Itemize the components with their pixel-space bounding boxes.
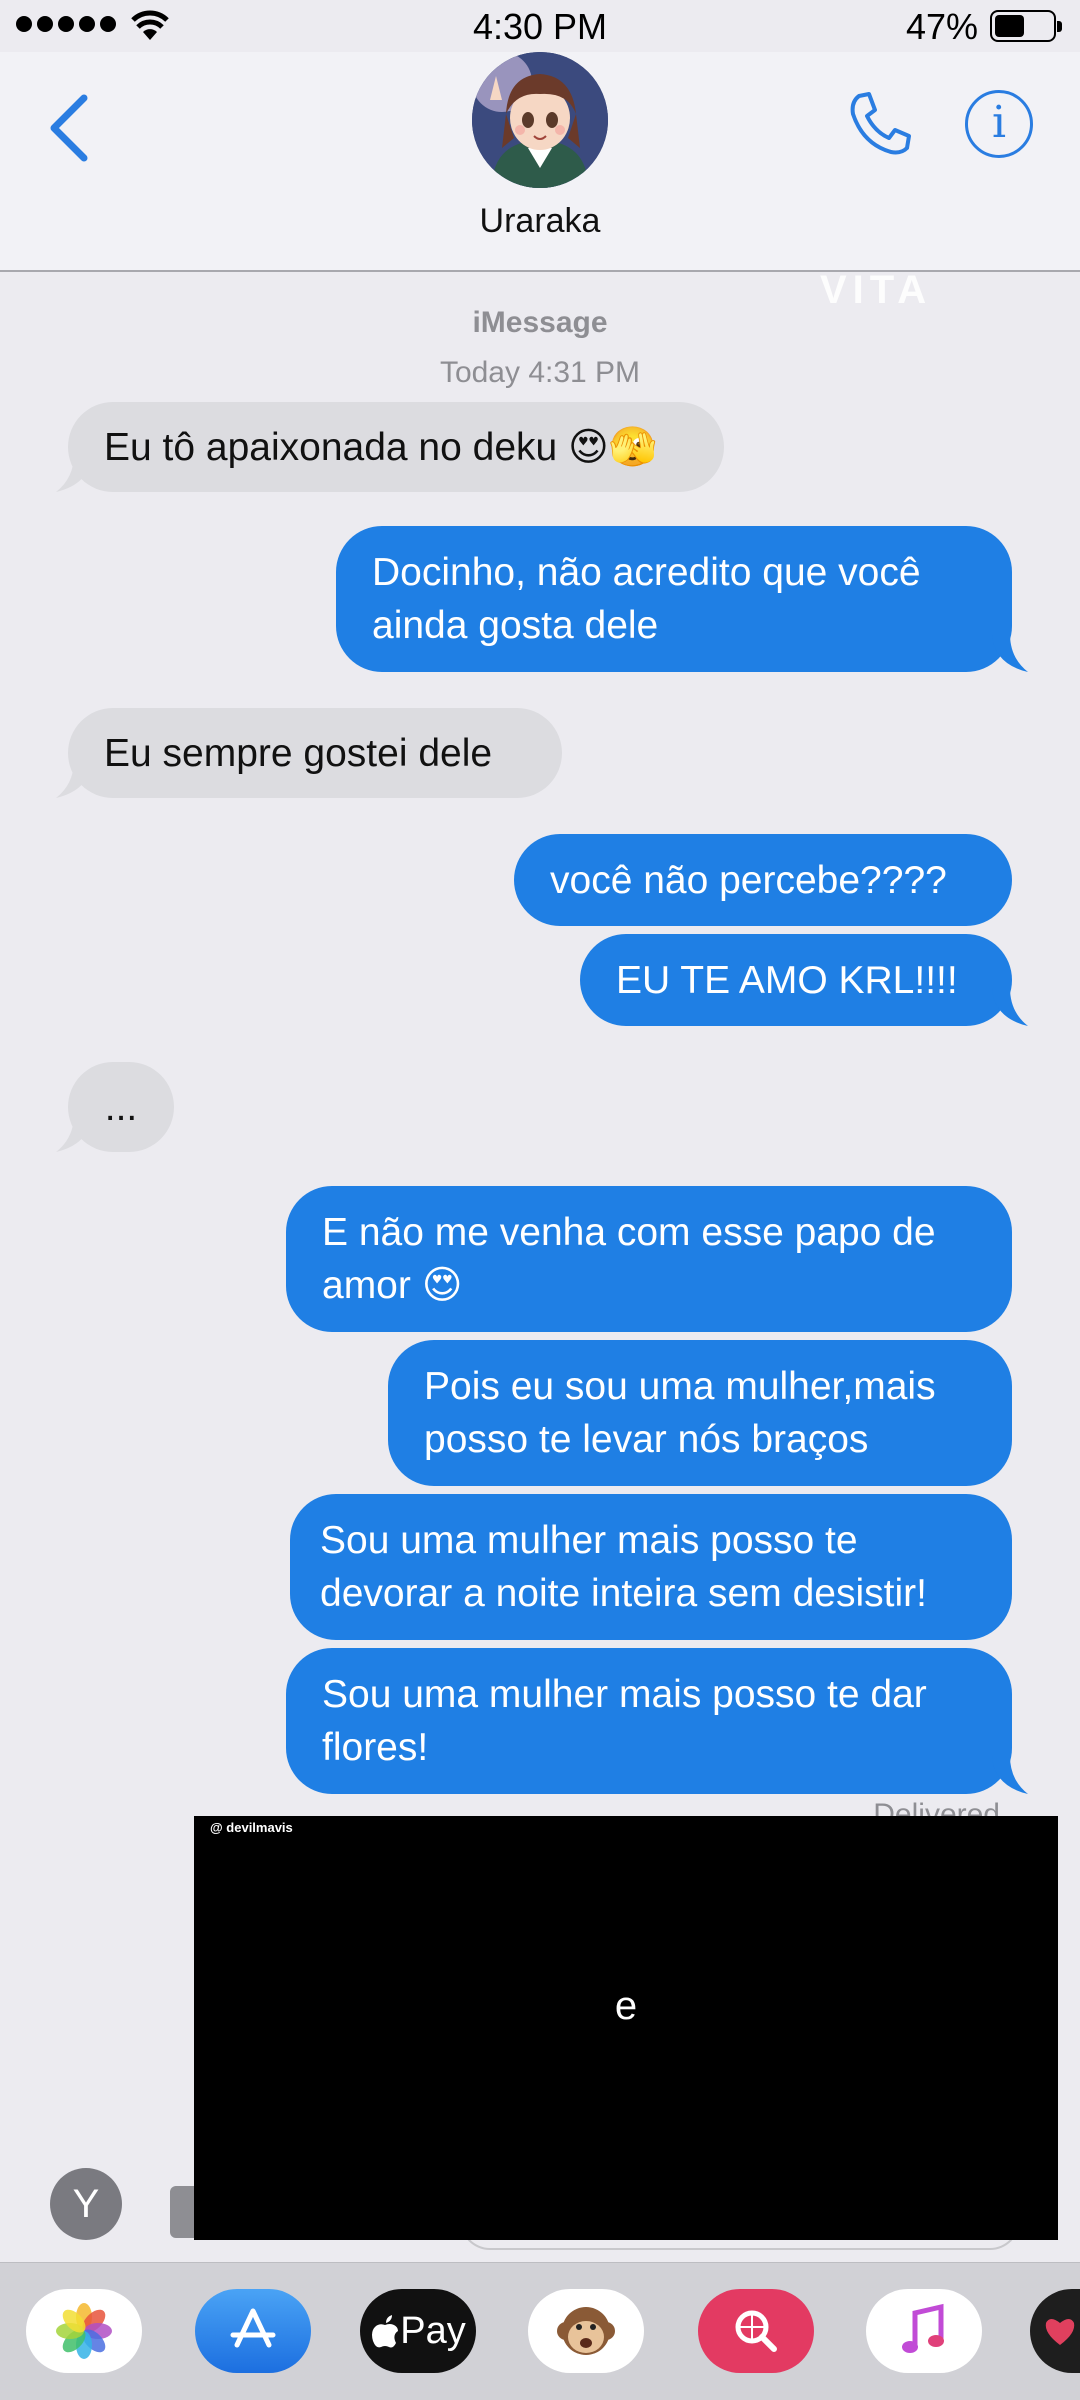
message-text: Eu sempre gostei dele — [104, 731, 493, 775]
battery-icon — [990, 10, 1062, 42]
video-overlay: @ devilmavis e — [194, 1816, 1058, 2240]
bubble-tail — [992, 988, 1028, 1026]
phone-call-icon[interactable] — [845, 88, 915, 158]
music-icon[interactable] — [866, 2289, 982, 2373]
info-icon[interactable]: i — [965, 90, 1033, 158]
image-search-icon[interactable] — [698, 2289, 814, 2373]
message-text: Docinho, não acredito que você ainda gos… — [372, 551, 921, 647]
camera-button[interactable] — [170, 2186, 194, 2238]
contact-name[interactable]: Uraraka — [0, 202, 1080, 241]
message-text: Sou uma mulher mais posso te devorar a n… — [320, 1519, 927, 1615]
app-store-icon[interactable] — [195, 2289, 311, 2373]
message-text: EU TE AMO KRL!!!! — [616, 958, 958, 1002]
bubble-tail — [56, 454, 92, 492]
outgoing-message[interactable]: EU TE AMO KRL!!!! — [580, 934, 1012, 1026]
heart-app-icon[interactable] — [1030, 2289, 1080, 2373]
outgoing-message[interactable]: Docinho, não acredito que você ainda gos… — [336, 526, 1012, 672]
bubble-tail — [992, 634, 1028, 672]
back-chevron-icon[interactable] — [40, 88, 100, 168]
anime-avatar-image — [472, 52, 608, 188]
battery-percentage: 47% — [905, 6, 978, 47]
message-text: você não percebe???? — [550, 858, 947, 902]
outgoing-message[interactable]: Sou uma mulher mais posso te devorar a n… — [290, 1494, 1012, 1640]
apple-pay-icon[interactable]: Pay — [360, 2289, 476, 2373]
outgoing-message[interactable]: você não percebe???? — [514, 834, 1012, 926]
bubble-tail — [992, 1756, 1028, 1794]
service-label: iMessage — [472, 306, 608, 339]
bubble-tail — [56, 760, 92, 798]
outgoing-message[interactable]: Pois eu sou uma mulher,mais posso te lev… — [388, 1340, 1012, 1486]
animoji-icon[interactable] — [528, 2289, 644, 2373]
message-text: Sou uma mulher mais posso te dar flores! — [322, 1673, 927, 1769]
status-bar: 4:30 PM 47% — [0, 0, 1080, 52]
overlay-caption: e — [614, 1984, 638, 2028]
message-text: ... — [104, 1085, 138, 1129]
message-text: Pois eu sou uma mulher,mais posso te lev… — [424, 1365, 936, 1461]
apple-pay-label: Pay — [400, 2309, 466, 2352]
apple-logo-icon — [372, 2315, 399, 2348]
message-timestamp: Today 4:31 PM — [439, 356, 641, 389]
incoming-message[interactable]: Eu sempre gostei dele — [68, 708, 562, 798]
outgoing-message[interactable]: E não me venha com esse papo de amor 😍 — [286, 1186, 1012, 1332]
overlay-username: @ devilmavis — [210, 1820, 293, 1835]
contact-avatar[interactable] — [472, 52, 608, 188]
user-avatar-button[interactable]: Y — [50, 2168, 122, 2240]
imessage-app-drawer: Pay — [0, 2262, 1080, 2400]
message-text: Eu tô apaixonada no deku 😍🫣 — [104, 425, 658, 469]
outgoing-message[interactable]: Sou uma mulher mais posso te dar flores! — [286, 1648, 1012, 1794]
message-text: E não me venha com esse papo de amor 😍 — [322, 1211, 936, 1307]
bubble-tail — [56, 1114, 92, 1152]
incoming-message[interactable]: Eu tô apaixonada no deku 😍🫣 — [68, 402, 724, 492]
conversation-header: Uraraka i — [0, 52, 1080, 272]
photos-icon[interactable] — [26, 2289, 142, 2373]
